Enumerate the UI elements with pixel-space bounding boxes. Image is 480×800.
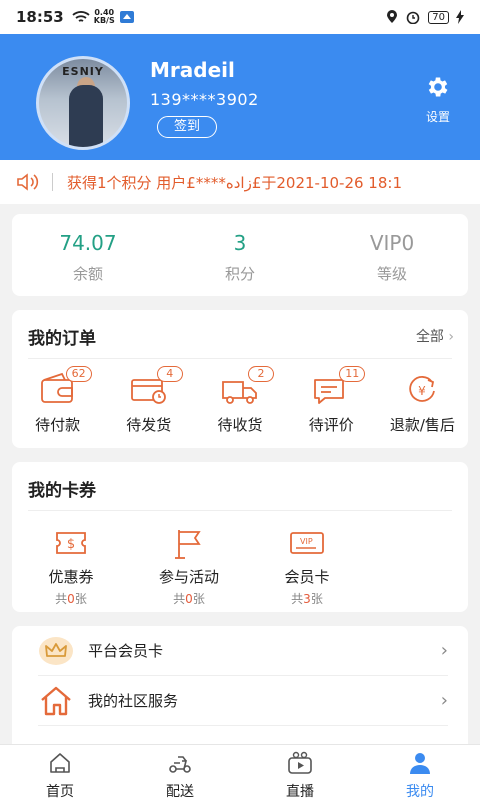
crown-icon (39, 636, 73, 665)
menu-label: 我的社区服务 (88, 692, 179, 710)
coupon-count: 共0张 (55, 592, 87, 606)
refund-yen-icon: ¥ (409, 376, 436, 402)
charging-icon (456, 10, 464, 24)
order-label: 待评价 (308, 416, 354, 434)
coupons-card: 我的卡券 $ 优惠券 共0张 参与活动 共0张 VIP 会员卡 共3张 (12, 462, 468, 612)
flag-icon (175, 530, 201, 559)
checkin-button[interactable]: 签到 (157, 116, 217, 138)
coupon-discount[interactable]: $ 优惠券 共0张 (12, 526, 130, 607)
orders-card: 我的订单 全部 › 62 待付款 4 待发货 2 待收货 11 待评价 ¥ 退款… (12, 310, 468, 448)
view-all-label: 全部 (415, 329, 444, 345)
user-icon (410, 753, 430, 774)
avatar-text: ESNIY (62, 65, 104, 78)
settings-label: 设置 (425, 110, 450, 124)
order-pending-shipment[interactable]: 4 待发货 (103, 366, 194, 435)
bottom-tab-bar: 首页 配送 直播 我的 (0, 744, 480, 800)
speaker-icon (17, 173, 39, 191)
stat-balance[interactable]: 74.07 余额 (12, 214, 164, 296)
scooter-icon (169, 756, 191, 773)
stat-level[interactable]: VIP0 等级 (316, 214, 468, 296)
svg-text:¥: ¥ (419, 384, 427, 398)
divider (28, 358, 452, 359)
tab-label: 首页 (46, 784, 74, 800)
avatar[interactable]: ESNIY (36, 56, 130, 150)
coupon-count: 共0张 (173, 592, 205, 606)
stat-points[interactable]: 3 积分 (164, 214, 316, 296)
app-notification-icon (119, 11, 134, 23)
order-refund[interactable]: ¥ 退款/售后 (377, 372, 468, 435)
battery-indicator: 70 (428, 10, 449, 24)
order-label: 待付款 (35, 416, 81, 434)
stat-label: 等级 (376, 265, 407, 283)
house-icon (41, 686, 71, 715)
tab-delivery[interactable]: 配送 (120, 745, 240, 800)
svg-text:VIP: VIP (300, 537, 313, 546)
profile-header: ESNIY Mradeil 139****3902 签到 设置 (0, 34, 480, 160)
order-pending-review[interactable]: 11 待评价 (286, 366, 377, 435)
order-badge: 62 (65, 366, 92, 382)
stat-label: 余额 (72, 265, 103, 283)
menu-item-platform-member-card[interactable]: 平台会员卡 › (38, 626, 448, 676)
svg-text:$: $ (67, 537, 75, 552)
username: Mradeil (150, 58, 235, 82)
location-icon (387, 10, 398, 23)
avatar-body (69, 85, 103, 147)
live-tv-icon (288, 751, 312, 774)
status-bar: 18:53 0.40 KB/S 70 (0, 0, 480, 34)
menu-label: 平台会员卡 (88, 642, 164, 660)
stat-label: 积分 (224, 265, 255, 283)
divider (28, 510, 452, 511)
coupon-count: 共3张 (291, 592, 323, 606)
home-icon (50, 753, 70, 773)
order-pending-receipt[interactable]: 2 待收货 (194, 366, 285, 435)
order-label: 待收货 (217, 416, 263, 434)
coupon-activity[interactable]: 参与活动 共0张 (130, 526, 248, 607)
tab-home[interactable]: 首页 (0, 745, 120, 800)
gear-icon (428, 77, 448, 97)
notice-text: 获得1个积分 用户£****زاده£于2021-10-26 18:1 (67, 173, 402, 192)
order-label: 待发货 (126, 416, 172, 434)
order-pending-payment[interactable]: 62 待付款 (12, 366, 103, 435)
tab-label: 配送 (166, 784, 194, 800)
order-label: 退款/售后 (389, 416, 455, 434)
tab-label: 直播 (286, 784, 314, 800)
stat-value: VIP0 (369, 231, 415, 255)
coupon-label: 优惠券 (48, 568, 94, 586)
chevron-right-icon: › (440, 690, 448, 711)
chevron-right-icon: › (448, 329, 454, 345)
account-stats-card: 74.07 余额 3 积分 VIP0 等级 (12, 214, 468, 296)
status-time: 18:53 (16, 8, 64, 26)
notice-bar: 获得1个积分 用户£****زاده£于2021-10-26 18:1 (0, 160, 480, 204)
order-badge: 4 (156, 366, 183, 382)
chevron-right-icon: › (440, 640, 448, 661)
coupon-label: 参与活动 (158, 568, 219, 586)
coupon-member-card[interactable]: VIP 会员卡 共3张 (248, 526, 366, 607)
coupon-dollar-icon: $ (56, 532, 86, 554)
tab-mine[interactable]: 我的 (360, 745, 480, 800)
coupons-title: 我的卡券 (28, 481, 96, 501)
menu-item-community-service[interactable]: 我的社区服务 › (38, 676, 448, 726)
stat-value: 74.07 (59, 231, 117, 255)
order-badge: 11 (339, 366, 366, 382)
orders-view-all[interactable]: 全部 › (416, 326, 454, 346)
wifi-icon (72, 11, 90, 22)
settings-button[interactable]: 设置 (418, 74, 458, 125)
alarm-icon (406, 11, 420, 24)
tab-live[interactable]: 直播 (240, 745, 360, 800)
notice-divider (52, 173, 53, 191)
order-badge: 2 (248, 366, 274, 382)
orders-title: 我的订单 (28, 329, 96, 349)
net-speed: 0.40 KB/S (93, 8, 115, 25)
stat-value: 3 (233, 231, 247, 255)
vip-card-icon: VIP (290, 532, 324, 554)
tab-label: 我的 (406, 784, 434, 800)
phone-number: 139****3902 (150, 90, 259, 109)
coupon-label: 会员卡 (284, 568, 330, 586)
